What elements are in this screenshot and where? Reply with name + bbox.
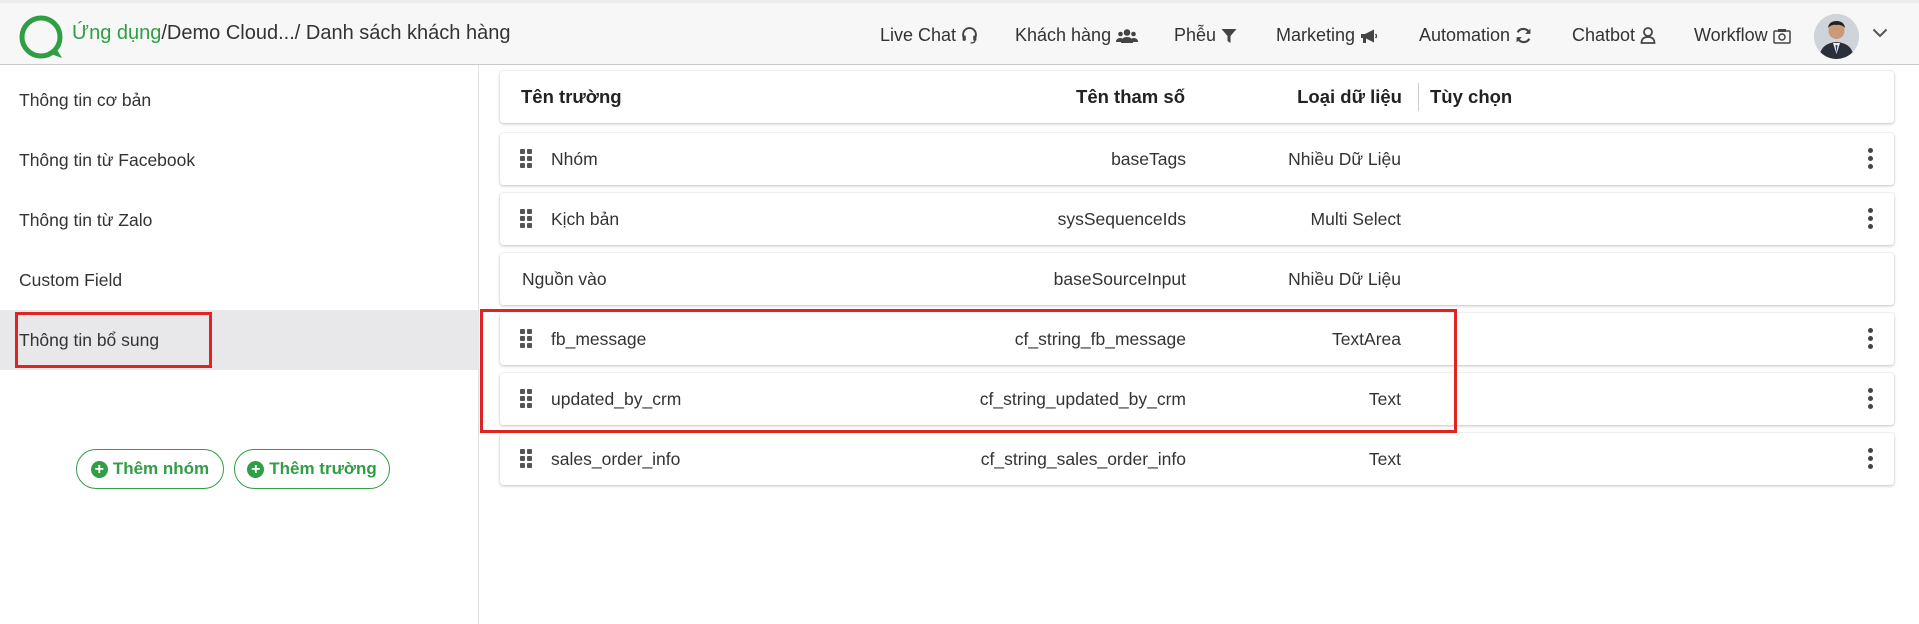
- field-name: fb_message: [551, 329, 647, 349]
- table-row[interactable]: sales_order_info cf_string_sales_order_i…: [500, 433, 1894, 485]
- sidebar-item-facebook-info[interactable]: Thông tin từ Facebook: [0, 130, 479, 190]
- nav-label: Phễu: [1174, 25, 1217, 45]
- param-name: baseTags: [1111, 149, 1186, 169]
- drag-handle-icon[interactable]: [520, 329, 532, 349]
- nav-marketing[interactable]: Marketing: [1276, 25, 1378, 46]
- nav-live-chat[interactable]: Live Chat: [880, 25, 978, 46]
- add-field-button[interactable]: + Thêm trường: [234, 449, 390, 489]
- more-options-icon[interactable]: [1868, 388, 1874, 410]
- nav-workflow[interactable]: Workflow: [1694, 25, 1791, 46]
- nav-label: Live Chat: [880, 25, 957, 45]
- field-name: Nguồn vào: [522, 269, 607, 289]
- sidebar-item-zalo-info[interactable]: Thông tin từ Zalo: [0, 190, 479, 250]
- table-row: Nguồn vào baseSourceInput Nhiều Dữ Liệu: [500, 253, 1894, 305]
- table-row[interactable]: Kịch bản sysSequenceIds Multi Select: [500, 193, 1894, 245]
- sidebar-item-label: Thông tin từ Zalo: [19, 210, 153, 230]
- field-name: Kịch bản: [551, 209, 620, 229]
- more-options-icon[interactable]: [1868, 448, 1874, 470]
- field-name: sales_order_info: [551, 449, 681, 469]
- data-type: Text: [1368, 389, 1401, 409]
- drag-handle-icon[interactable]: [520, 449, 532, 469]
- breadcrumb-path[interactable]: /Demo Cloud.../ Danh sách khách hàng: [161, 22, 510, 44]
- table-row[interactable]: Nhóm baseTags Nhiều Dữ Liệu: [500, 133, 1894, 185]
- param-name: baseSourceInput: [1053, 269, 1186, 289]
- drag-handle-icon[interactable]: [520, 389, 532, 409]
- user-photo: [1814, 14, 1859, 59]
- users-icon: [1116, 28, 1139, 43]
- param-name: sysSequenceIds: [1057, 209, 1186, 229]
- more-options-icon[interactable]: [1868, 328, 1874, 350]
- top-header: Ứng dụng/Demo Cloud.../ Danh sách khách …: [0, 0, 1919, 65]
- more-options-icon[interactable]: [1868, 208, 1874, 230]
- drag-handle-icon[interactable]: [520, 149, 532, 169]
- data-type: Multi Select: [1310, 209, 1401, 229]
- field-name: updated_by_crm: [551, 389, 682, 409]
- add-field-label: Thêm trường: [269, 459, 377, 478]
- param-name: cf_string_sales_order_info: [980, 449, 1186, 469]
- param-name: cf_string_updated_by_crm: [979, 389, 1186, 409]
- more-options-icon[interactable]: [1868, 148, 1874, 170]
- data-type: TextArea: [1331, 329, 1401, 349]
- nav-label: Khách hàng: [1015, 25, 1112, 45]
- sidebar-item-label: Thông tin cơ bản: [19, 90, 152, 110]
- sidebar-item-basic-info[interactable]: Thông tin cơ bản: [0, 70, 479, 130]
- plus-circle-icon: +: [90, 460, 108, 478]
- header-options: Tùy chọn: [1430, 86, 1513, 107]
- megaphone-icon: [1361, 29, 1378, 43]
- table-header: Tên trường Tên tham số Loại dữ liệu Tùy …: [500, 71, 1894, 123]
- nav-label: Automation: [1419, 25, 1511, 45]
- workflow-icon: [1772, 28, 1791, 44]
- nav-automation[interactable]: Automation: [1419, 25, 1532, 46]
- drag-handle-icon[interactable]: [520, 209, 532, 229]
- data-type: Nhiều Dữ Liệu: [1288, 269, 1401, 289]
- table-row[interactable]: updated_by_crm cf_string_updated_by_crm …: [500, 373, 1894, 425]
- header-field-name: Tên trường: [521, 86, 622, 107]
- user-avatar[interactable]: [1814, 14, 1859, 59]
- breadcrumb-app-link[interactable]: Ứng dụng: [72, 22, 161, 44]
- data-type: Nhiều Dữ Liệu: [1288, 149, 1401, 169]
- chevron-down-icon[interactable]: [1872, 28, 1888, 38]
- sidebar-item-label: Custom Field: [19, 270, 123, 290]
- sidebar-item-custom-field[interactable]: Custom Field: [0, 250, 479, 310]
- table-row[interactable]: fb_message cf_string_fb_message TextArea: [500, 313, 1894, 365]
- nav-funnel[interactable]: Phễu: [1174, 25, 1237, 46]
- header-divider: [1418, 83, 1419, 111]
- param-name: cf_string_fb_message: [1014, 329, 1186, 349]
- nav-label: Workflow: [1694, 25, 1768, 45]
- nav-label: Marketing: [1276, 25, 1356, 45]
- nav-chatbot[interactable]: Chatbot: [1572, 25, 1656, 46]
- breadcrumb: Ứng dụng/Demo Cloud.../ Danh sách khách …: [72, 22, 510, 45]
- bot-icon: [1640, 27, 1656, 44]
- funnel-icon: [1221, 28, 1237, 43]
- sidebar-item-additional-info[interactable]: Thông tin bổ sung: [0, 310, 479, 370]
- nav-customers[interactable]: Khách hàng: [1015, 25, 1139, 46]
- plus-circle-icon: +: [247, 460, 265, 478]
- header-param-name: Tên tham số: [1076, 86, 1185, 107]
- headset-icon: [962, 27, 977, 44]
- app-logo[interactable]: [18, 14, 64, 60]
- sidebar: Thông tin cơ bản Thông tin từ Facebook T…: [0, 65, 479, 624]
- field-name: Nhóm: [551, 149, 598, 169]
- nav-label: Chatbot: [1572, 25, 1636, 45]
- data-type: Text: [1368, 449, 1401, 469]
- sidebar-item-label: Thông tin bổ sung: [19, 330, 160, 350]
- header-data-type: Loại dữ liệu: [1297, 86, 1402, 107]
- add-group-button[interactable]: + Thêm nhóm: [76, 449, 224, 489]
- sync-icon: [1516, 27, 1531, 44]
- add-group-label: Thêm nhóm: [112, 459, 210, 478]
- sidebar-item-label: Thông tin từ Facebook: [19, 150, 196, 170]
